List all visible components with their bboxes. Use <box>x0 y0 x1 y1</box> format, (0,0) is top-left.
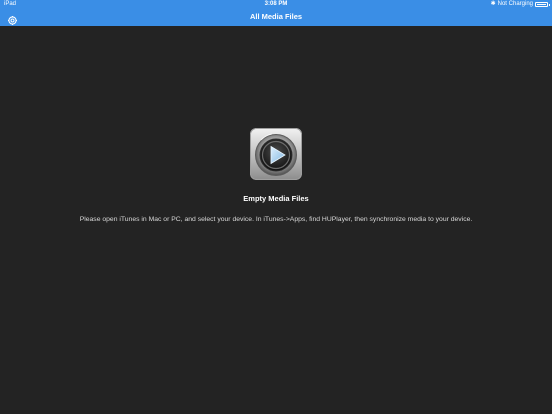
status-time: 3:08 PM <box>264 1 288 7</box>
empty-title: Empty Media Files <box>243 194 309 203</box>
app-screen: iPad 3:08 PM ✱ Not Charging All Media Fi… <box>0 0 552 414</box>
bluetooth-icon: ✱ <box>490 1 496 7</box>
status-charging: Not Charging <box>497 1 533 7</box>
battery-icon <box>535 2 550 7</box>
top-bar: iPad 3:08 PM ✱ Not Charging All Media Fi… <box>0 0 552 26</box>
content-area: Empty Media Files Please open iTunes in … <box>0 26 552 414</box>
nav-title: All Media Files <box>249 12 303 21</box>
battery-fill <box>537 4 546 5</box>
status-right: ✱ Not Charging <box>490 1 550 8</box>
empty-message: Please open iTunes in Mac or PC, and sel… <box>79 216 473 223</box>
app-icon <box>250 128 302 180</box>
play-button-icon <box>250 128 302 180</box>
